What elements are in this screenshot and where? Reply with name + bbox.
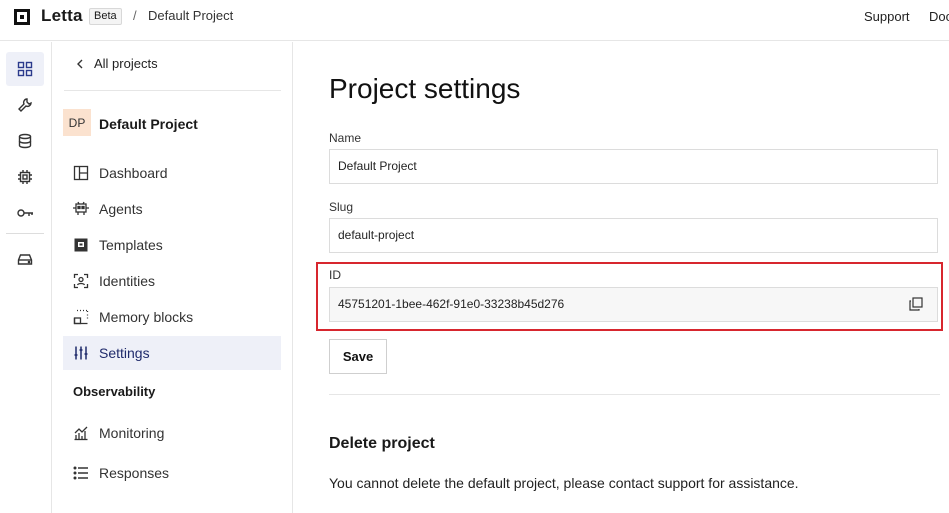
- sidebar-item-identities[interactable]: Identities: [63, 264, 281, 298]
- sidebar-item-monitoring[interactable]: Monitoring: [63, 416, 281, 450]
- memory-blocks-icon: [72, 308, 90, 326]
- all-projects-link[interactable]: All projects: [76, 56, 158, 71]
- slug-label: Slug: [329, 200, 354, 214]
- sidebar-item-dashboard[interactable]: Dashboard: [63, 156, 281, 190]
- identities-icon: [72, 272, 90, 290]
- settings-main: Project settings Name Default Project Sl…: [293, 42, 949, 513]
- sidebar-item-label: Settings: [99, 345, 150, 361]
- top-bar: Letta Beta / Default Project Support Doc: [0, 0, 949, 41]
- sidebar-item-memory-blocks[interactable]: Memory blocks: [63, 300, 281, 334]
- rail-data-button[interactable]: [6, 124, 44, 158]
- sidebar-item-templates[interactable]: Templates: [63, 228, 281, 262]
- templates-icon: [72, 236, 90, 254]
- icon-rail: [0, 42, 52, 513]
- database-icon: [18, 133, 32, 149]
- rail-api-keys-button[interactable]: [6, 196, 44, 230]
- sidebar-item-label: Templates: [99, 237, 163, 253]
- key-icon: [17, 209, 33, 217]
- letta-logo-icon[interactable]: [12, 7, 32, 27]
- grid-icon: [17, 61, 33, 77]
- responses-icon: [72, 464, 90, 482]
- observability-heading: Observability: [73, 384, 156, 399]
- rail-projects-button[interactable]: [6, 52, 44, 86]
- sidebar-item-label: Dashboard: [99, 165, 168, 181]
- save-button[interactable]: Save: [329, 339, 387, 374]
- delete-project-heading: Delete project: [329, 435, 435, 452]
- slug-field[interactable]: default-project: [329, 218, 938, 253]
- wrench-icon: [18, 98, 32, 112]
- dashboard-icon: [72, 164, 90, 182]
- id-label: ID: [329, 268, 341, 282]
- project-name: Default Project: [99, 116, 198, 132]
- copy-icon[interactable]: [909, 297, 923, 311]
- sidebar-item-agents[interactable]: Agents: [63, 192, 281, 226]
- page-title: Project settings: [329, 73, 521, 104]
- rail-divider: [6, 233, 44, 234]
- settings-sliders-icon: [72, 344, 90, 362]
- monitoring-icon: [72, 424, 90, 442]
- breadcrumb-separator: /: [133, 8, 137, 23]
- rail-models-button[interactable]: [6, 160, 44, 194]
- sidebar-item-label: Responses: [99, 465, 170, 481]
- all-projects-label: All projects: [94, 56, 158, 71]
- docs-link[interactable]: Doc: [929, 9, 949, 24]
- sidebar-item-label: Memory blocks: [99, 309, 194, 325]
- id-field[interactable]: 45751201-1bee-462f-91e0-33238b45d276: [329, 287, 938, 322]
- beta-badge: Beta: [89, 8, 122, 25]
- brand-name[interactable]: Letta: [41, 6, 83, 26]
- project-avatar: DP: [63, 109, 91, 136]
- chip-icon: [18, 170, 32, 184]
- sidebar-divider: [64, 90, 281, 91]
- rail-storage-button[interactable]: [6, 242, 44, 276]
- name-label: Name: [329, 131, 362, 145]
- project-sidebar: All projects DP Default Project Dashboar…: [52, 42, 293, 513]
- name-field[interactable]: Default Project: [329, 149, 938, 184]
- sidebar-item-responses[interactable]: Responses: [63, 456, 281, 490]
- rail-tools-button[interactable]: [6, 88, 44, 122]
- drive-icon: [17, 254, 33, 265]
- support-link[interactable]: Support: [864, 9, 910, 24]
- delete-project-message: You cannot delete the default project, p…: [329, 475, 799, 491]
- section-divider: [329, 394, 940, 395]
- sidebar-item-label: Monitoring: [99, 425, 165, 441]
- sidebar-item-label: Agents: [99, 201, 143, 217]
- agents-icon: [72, 200, 90, 218]
- sidebar-item-label: Identities: [99, 273, 156, 289]
- id-value: 45751201-1bee-462f-91e0-33238b45d276: [338, 297, 565, 311]
- sidebar-item-settings[interactable]: Settings: [63, 336, 281, 370]
- chevron-left-icon: [77, 59, 83, 68]
- breadcrumb-project[interactable]: Default Project: [148, 8, 233, 23]
